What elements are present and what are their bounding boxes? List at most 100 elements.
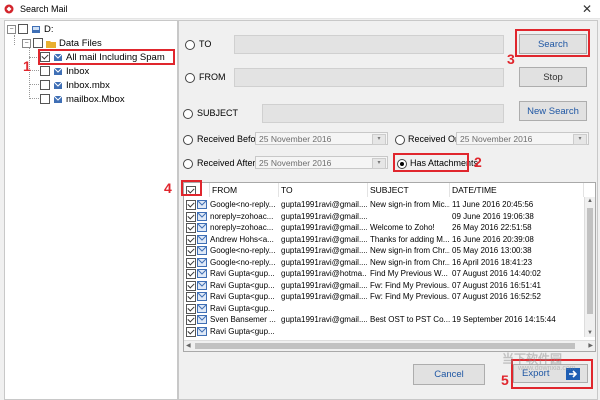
scroll-thumb[interactable]	[195, 343, 575, 349]
row-checkbox[interactable]	[186, 223, 196, 233]
tree-root-checkbox[interactable]	[18, 24, 28, 34]
cell-date: 19 September 2016 14:15:44	[452, 315, 556, 324]
cell-subject: Thanks for adding M...	[370, 234, 450, 244]
drive-icon	[32, 25, 40, 33]
row-checkbox[interactable]	[186, 269, 196, 279]
row-checkbox[interactable]	[186, 211, 196, 222]
cell-subject	[370, 326, 450, 337]
to-label: TO	[199, 39, 212, 49]
cell-subject: New sign-in from Mic...	[370, 200, 450, 209]
cell-to: gupta1991ravi@gmail....	[281, 211, 367, 221]
tree-item-checkbox[interactable]	[40, 94, 50, 104]
cell-date	[452, 326, 582, 337]
tree-root-row[interactable]: − D:	[7, 23, 54, 35]
scroll-left-icon[interactable]: ◀	[186, 342, 191, 349]
tree-item-checkbox[interactable]	[40, 80, 50, 90]
cell-to: gupta1991ravi@hotma...	[281, 269, 367, 278]
cell-subject: Best OST to PST Co...	[370, 315, 450, 324]
row-checkbox[interactable]	[186, 246, 196, 256]
received-before-radio[interactable]	[183, 135, 193, 145]
cell-to: gupta1991ravi@gmail....	[281, 315, 367, 324]
table-row[interactable]: Ravi Gupta<gup... gupta1991ravi@hotma... F…	[184, 268, 584, 279]
vertical-scrollbar[interactable]: ▲ ▼	[584, 197, 595, 337]
cell-subject	[370, 211, 450, 222]
row-checkbox[interactable]	[186, 200, 196, 210]
column-header-subject[interactable]: SUBJECT	[368, 183, 450, 197]
table-row[interactable]: Ravi Gupta<gup... gupta1991ravi@gmail....…	[184, 291, 584, 302]
to-radio[interactable]	[185, 40, 195, 50]
received-after-radio[interactable]	[183, 159, 193, 169]
stop-button[interactable]: Stop	[519, 67, 587, 87]
row-checkbox[interactable]	[186, 280, 196, 291]
collapse-icon[interactable]: −	[22, 38, 31, 48]
received-on-radio[interactable]	[395, 135, 405, 145]
mail-file-icon	[53, 67, 63, 75]
collapse-icon[interactable]: −	[7, 24, 16, 34]
mail-item-icon	[197, 292, 207, 301]
tree-folder-row[interactable]: − Data Files	[22, 37, 102, 49]
from-input[interactable]	[234, 68, 504, 87]
table-row[interactable]: Andrew Hohs<a... gupta1991ravi@gmail.... T…	[184, 234, 584, 245]
cancel-button[interactable]: Cancel	[413, 364, 485, 385]
annotation-number: 3	[507, 51, 515, 67]
subject-radio[interactable]	[183, 109, 193, 119]
table-row[interactable]: Sven Bansemer ... gupta1991ravi@gmail....…	[184, 314, 584, 325]
received-before-date[interactable]: 25 November 2016 ▾	[255, 132, 388, 145]
row-checkbox[interactable]	[186, 257, 196, 268]
table-row[interactable]: Ravi Gupta<gup...	[184, 326, 584, 337]
cell-subject: New sign-in from Chr...	[370, 246, 450, 255]
table-row[interactable]: noreply=zohoac... gupta1991ravi@gmail....…	[184, 211, 584, 222]
scroll-down-icon[interactable]: ▼	[587, 330, 593, 336]
received-on-date[interactable]: 25 November 2016 ▾	[456, 132, 589, 145]
scroll-up-icon[interactable]: ▲	[587, 198, 593, 204]
folder-tree[interactable]: − D: − Data Files All mail Including Spa…	[4, 20, 178, 400]
table-row[interactable]: Google<no-reply... gupta1991ravi@gmail...…	[184, 199, 584, 210]
row-checkbox[interactable]	[186, 303, 196, 314]
cell-date	[452, 303, 582, 314]
highlight-box-2	[393, 153, 469, 172]
mail-item-icon	[197, 280, 207, 290]
from-label: FROM	[199, 72, 226, 82]
tree-item-inbox-mbx[interactable]: Inbox.mbx	[40, 79, 110, 91]
tree-item-label: Inbox	[66, 65, 90, 77]
scroll-thumb[interactable]	[587, 208, 593, 314]
mail-item-icon	[197, 257, 207, 267]
received-on-label: Received On	[408, 134, 461, 144]
received-before-label: Received Before	[197, 134, 264, 144]
tree-folder-checkbox[interactable]	[33, 38, 43, 48]
table-row[interactable]: Ravi Gupta<gup...	[184, 303, 584, 314]
received-before-date-value: 25 November 2016	[259, 134, 332, 144]
new-search-button[interactable]: New Search	[519, 101, 587, 121]
cell-to	[281, 303, 367, 314]
tree-item-inbox[interactable]: Inbox	[40, 65, 89, 77]
to-input[interactable]	[234, 35, 504, 54]
annotation-number: 2	[474, 154, 482, 170]
table-row[interactable]: Google<no-reply... gupta1991ravi@gmail...…	[184, 245, 584, 256]
table-row[interactable]: Ravi Gupta<gup... gupta1991ravi@gmail....…	[184, 280, 584, 291]
row-checkbox[interactable]	[186, 234, 196, 245]
table-row[interactable]: Google<no-reply... gupta1991ravi@gmail...…	[184, 257, 584, 268]
tree-item-checkbox[interactable]	[40, 66, 50, 76]
close-icon[interactable]: ✕	[582, 2, 592, 16]
tree-item-mailbox-mbox[interactable]: mailbox.Mbox	[40, 93, 125, 105]
from-radio[interactable]	[185, 73, 195, 83]
received-after-date[interactable]: 25 November 2016 ▾	[255, 156, 388, 169]
cell-date: 09 June 2016 19:06:38	[452, 211, 534, 221]
received-on-date-value: 25 November 2016	[460, 134, 533, 144]
subject-input[interactable]	[262, 104, 504, 123]
column-header-date[interactable]: DATE/TIME	[450, 183, 584, 197]
row-checkbox[interactable]	[186, 326, 196, 337]
column-header-to[interactable]: TO	[279, 183, 368, 197]
table-row[interactable]: noreply=zohoac... gupta1991ravi@gmail....…	[184, 222, 584, 233]
row-checkbox[interactable]	[186, 292, 196, 302]
cell-from: Google<no-reply...	[210, 257, 276, 267]
calendar-dropdown-icon[interactable]: ▾	[573, 134, 587, 145]
subject-label: SUBJECT	[197, 108, 239, 118]
scroll-right-icon[interactable]: ▶	[588, 342, 593, 349]
results-grid[interactable]: FROM TO SUBJECT DATE/TIME Google<no-repl…	[183, 182, 596, 352]
row-checkbox[interactable]	[186, 315, 196, 325]
annotation-number: 4	[164, 180, 172, 196]
calendar-dropdown-icon[interactable]: ▾	[372, 134, 386, 145]
column-header-from[interactable]: FROM	[210, 183, 279, 197]
calendar-dropdown-icon[interactable]: ▾	[372, 158, 386, 169]
